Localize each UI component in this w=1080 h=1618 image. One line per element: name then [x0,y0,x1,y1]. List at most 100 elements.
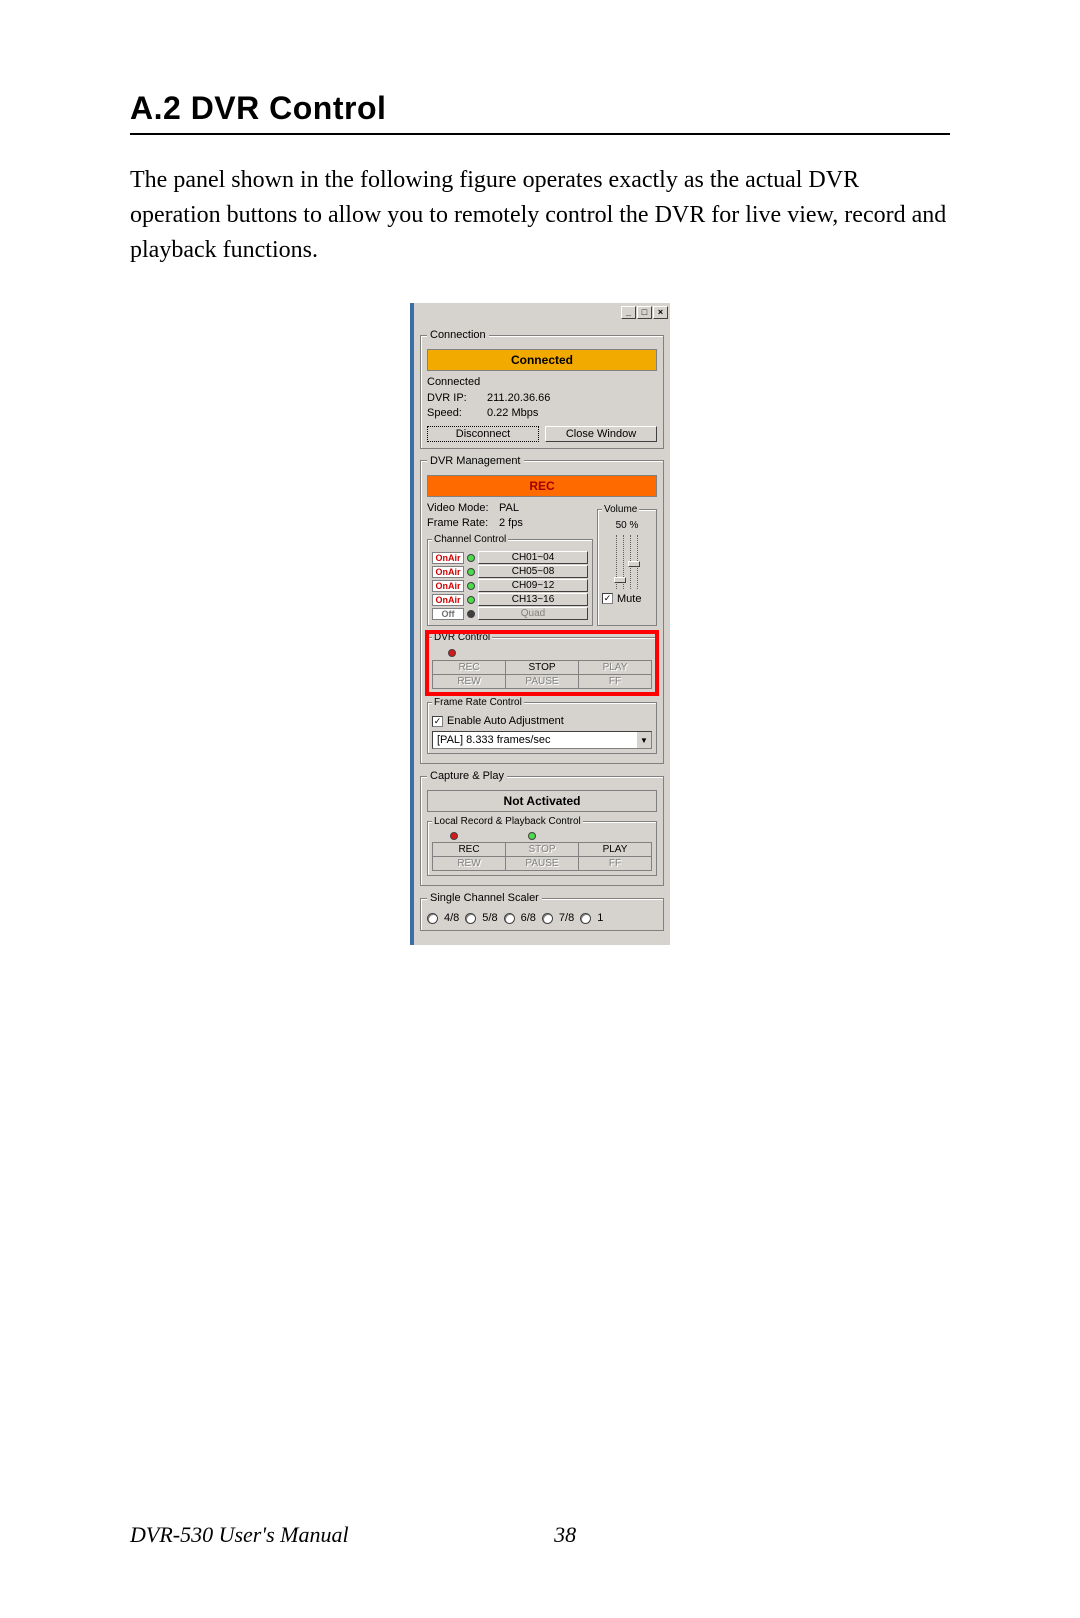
dvr-panel-screenshot: _ □ × Connection Connected Connected DVR… [410,303,670,945]
section-heading: A.2 DVR Control [130,90,950,127]
quad-button[interactable]: Quad [478,607,588,620]
speed-value: 0.22 Mbps [487,406,538,421]
management-legend: DVR Management [427,455,524,467]
channel-row: OnAir CH13~16 [432,593,588,606]
channel-button[interactable]: CH01~04 [478,551,588,564]
led-icon [467,582,475,590]
auto-adjust-label: Enable Auto Adjustment [447,715,564,727]
capture-play-banner: Not Activated [427,790,657,812]
rec-button[interactable]: REC [433,843,506,857]
rew-button[interactable]: REW [433,675,506,689]
volume-legend: Volume [602,504,639,515]
dvr-control-legend: DVR Control [432,632,492,643]
frame-rate-dropdown[interactable]: [PAL] 8.333 frames/sec ▼ [432,731,652,749]
ip-value: 211.20.36.66 [487,391,550,406]
rec-banner: REC [427,475,657,497]
frame-rate-dropdown-value: [PAL] 8.333 frames/sec [433,734,636,746]
pause-button[interactable]: PAUSE [506,675,579,689]
led-icon [467,596,475,604]
connection-legend: Connection [427,329,489,341]
volume-group: Volume 50 % ✓ Mute [597,504,657,627]
scaler-options: 4/8 5/8 6/8 7/8 1 [427,912,657,924]
scaler-option-label: 1 [597,912,603,924]
pause-button[interactable]: PAUSE [506,857,579,871]
heading-rule [130,133,950,135]
scaler-option-label: 5/8 [482,912,497,924]
channel-button[interactable]: CH05~08 [478,565,588,578]
dvr-control-buttons: REC STOP PLAY REW PAUSE FF [432,660,652,689]
auto-adjust-checkbox[interactable]: ✓ [432,716,443,727]
scaler-radio[interactable] [580,913,591,924]
channel-row: OnAir CH09~12 [432,579,588,592]
close-window-button[interactable]: Close Window [545,426,657,442]
volume-value: 50 % [602,520,652,531]
mute-checkbox[interactable]: ✓ [602,593,613,604]
scaler-radio[interactable] [465,913,476,924]
rew-button[interactable]: REW [433,857,506,871]
play-led-icon [528,832,536,840]
management-group: DVR Management REC Video Mode: PAL Frame… [420,455,664,765]
connection-info: Connected DVR IP: 211.20.36.66 Speed: 0.… [427,375,657,421]
volume-slider-right[interactable] [630,535,638,589]
frame-rate-control-legend: Frame Rate Control [432,697,524,708]
dvr-control-group: DVR Control REC STOP PLAY REW PAUSE FF [427,632,657,694]
connection-group: Connection Connected Connected DVR IP: 2… [420,329,664,448]
video-mode-label: Video Mode: [427,501,499,516]
local-control-buttons: REC STOP PLAY REW PAUSE FF [432,842,652,871]
onair-badge: OnAir [432,594,464,606]
ip-label: DVR IP: [427,391,487,406]
onair-badge: OnAir [432,552,464,564]
disconnect-button[interactable]: Disconnect [427,426,539,442]
volume-slider-left[interactable] [616,535,624,589]
mute-label: Mute [617,593,641,605]
window-titlebar: _ □ × [414,303,670,321]
channel-button[interactable]: CH09~12 [478,579,588,592]
scaler-option-label: 7/8 [559,912,574,924]
channel-row: OnAir CH01~04 [432,551,588,564]
play-button[interactable]: PLAY [579,843,652,857]
frame-rate-label: Frame Rate: [427,516,499,531]
ff-button[interactable]: FF [579,857,652,871]
minimize-button[interactable]: _ [621,306,636,319]
scaler-option-label: 4/8 [444,912,459,924]
scaler-radio[interactable] [542,913,553,924]
frame-rate-control-group: Frame Rate Control ✓ Enable Auto Adjustm… [427,697,657,754]
connection-status: Connected [427,375,657,390]
channel-button[interactable]: CH13~16 [478,593,588,606]
stop-button[interactable]: STOP [506,661,579,675]
channel-control-legend: Channel Control [432,534,508,545]
onair-badge: OnAir [432,580,464,592]
rec-led-icon [448,649,456,657]
rec-button[interactable]: REC [433,661,506,675]
scaler-option-label: 6/8 [521,912,536,924]
frame-rate-value: 2 fps [499,516,523,531]
connection-banner: Connected [427,349,657,371]
stop-button[interactable]: STOP [506,843,579,857]
restore-button[interactable]: □ [637,306,652,319]
capture-play-group: Capture & Play Not Activated Local Recor… [420,770,664,886]
ff-button[interactable]: FF [579,675,652,689]
footer-manual-name: DVR-530 User's Manual [130,1522,349,1547]
speed-label: Speed: [427,406,487,421]
scaler-radio[interactable] [427,913,438,924]
channel-control-group: Channel Control OnAir CH01~04 OnAir CH05… [427,534,593,626]
rec-led-icon [450,832,458,840]
off-badge: Off [432,608,464,620]
video-mode-value: PAL [499,501,519,516]
scaler-group: Single Channel Scaler 4/8 5/8 6/8 7/8 1 [420,892,664,931]
capture-play-legend: Capture & Play [427,770,507,782]
footer-page-number: 38 [554,1522,576,1548]
local-record-legend: Local Record & Playback Control [432,816,583,827]
scaler-legend: Single Channel Scaler [427,892,542,904]
channel-row: OnAir CH05~08 [432,565,588,578]
onair-badge: OnAir [432,566,464,578]
chevron-down-icon: ▼ [636,732,651,748]
led-icon [467,610,475,618]
close-button[interactable]: × [653,306,668,319]
led-icon [467,568,475,576]
intro-paragraph: The panel shown in the following figure … [130,163,950,267]
scaler-radio[interactable] [504,913,515,924]
led-icon [467,554,475,562]
local-record-group: Local Record & Playback Control REC STOP… [427,816,657,876]
play-button[interactable]: PLAY [579,661,652,675]
